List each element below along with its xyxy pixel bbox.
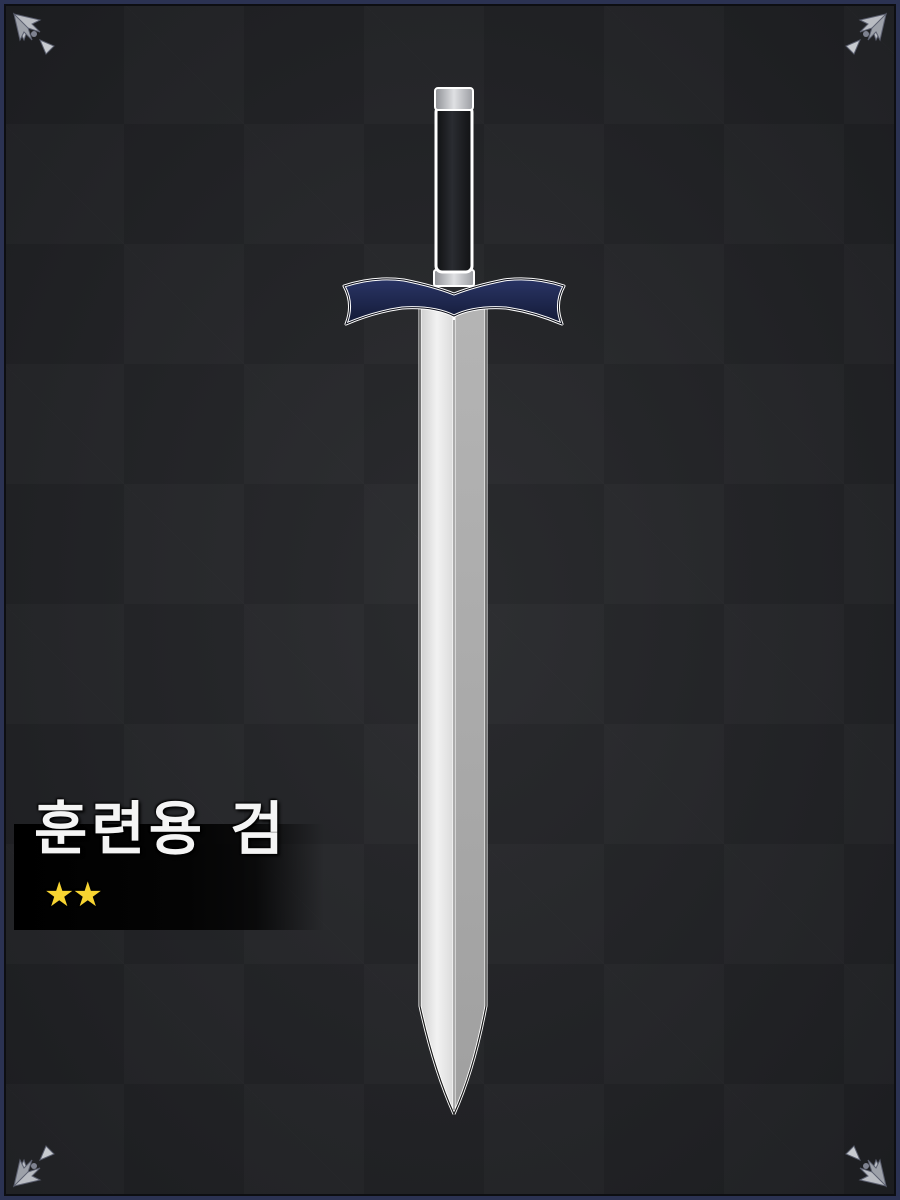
item-name: 훈련용 검 xyxy=(34,795,288,863)
corner-ornament-icon xyxy=(845,1145,887,1188)
corner-ornament-icon xyxy=(13,1145,55,1188)
corner-ornament-icon xyxy=(13,12,55,55)
item-card: 훈련용 검 ★★ xyxy=(0,0,900,1200)
corner-ornament-icon xyxy=(845,12,887,55)
item-nameplate: 훈련용 검 ★★ xyxy=(14,782,334,930)
sword-grip xyxy=(434,104,474,274)
sword-pommel xyxy=(434,87,474,111)
sword-icon xyxy=(342,87,566,1116)
star-rating: ★★ xyxy=(44,875,103,915)
sword-blade xyxy=(418,306,488,1116)
